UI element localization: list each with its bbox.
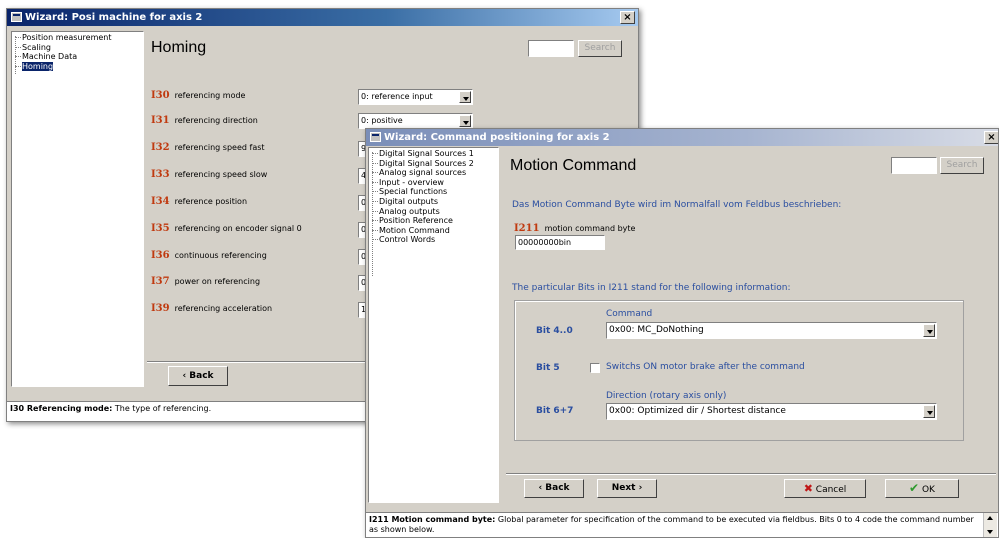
direction-caption: Direction (rotary axis only) <box>606 391 727 401</box>
tree-item-analog-outputs[interactable]: Analog outputs <box>369 207 498 217</box>
param-i31: I31 referencing direction <box>151 115 258 126</box>
cancel-button[interactable]: ✖ Cancel <box>784 479 866 498</box>
ok-button[interactable]: ✔ OK <box>885 479 959 498</box>
param-i34: I34 reference position <box>151 196 248 207</box>
chevron-down-icon[interactable] <box>923 405 935 418</box>
close-button[interactable]: × <box>620 11 635 24</box>
tree-item-machine-data[interactable]: Machine Data <box>12 52 143 62</box>
search-input[interactable] <box>528 40 574 57</box>
wizard-tree: Position measurement Scaling Machine Dat… <box>11 31 144 387</box>
tree-item-scaling[interactable]: Scaling <box>12 43 143 53</box>
window-icon <box>370 132 381 142</box>
search-input[interactable] <box>891 157 937 174</box>
chevron-down-icon[interactable] <box>459 115 471 127</box>
command-positioning-wizard-window: Wizard: Command positioning for axis 2 ×… <box>365 128 999 538</box>
bit-5-label: Bit 5 <box>536 363 560 373</box>
tree-item-special-functions[interactable]: Special functions <box>369 187 498 197</box>
chevron-down-icon[interactable] <box>459 91 471 103</box>
tree-item-homing[interactable]: Homing <box>12 61 143 72</box>
motor-brake-checkbox[interactable] <box>590 363 600 373</box>
button-divider <box>506 473 996 475</box>
tree-item-digital-outputs[interactable]: Digital outputs <box>369 197 498 207</box>
window1-titlebar[interactable]: Wizard: Posi machine for axis 2 <box>7 9 638 26</box>
help-text-panel: I211 Motion command byte: Global paramet… <box>366 512 998 537</box>
back-button[interactable]: ‹ Back <box>168 366 228 386</box>
scroll-down-icon[interactable] <box>987 530 993 534</box>
param-i33: I33 referencing speed slow <box>151 169 268 180</box>
tree-item-input-overview[interactable]: Input - overview <box>369 178 498 188</box>
cancel-label: Cancel <box>815 485 847 495</box>
checkmark-icon: ✔ <box>909 481 920 495</box>
param-i32: I32 referencing speed fast <box>151 142 265 153</box>
back-button[interactable]: ‹ Back <box>524 479 584 498</box>
tree-item-position-measurement[interactable]: Position measurement <box>12 33 143 43</box>
search-button[interactable]: Search <box>940 157 984 174</box>
param-i36: I36 continuous referencing <box>151 250 267 261</box>
intro-text: Das Motion Command Byte wird im Normalfa… <box>512 200 842 210</box>
tree-item-control-words[interactable]: Control Words <box>369 235 498 245</box>
window-icon <box>11 12 22 22</box>
tree-item-motion-command[interactable]: Motion Command <box>369 226 498 236</box>
wizard-tree: Digital Signal Sources 1 Digital Signal … <box>368 147 499 503</box>
param-i39: I39 referencing acceleration <box>151 303 273 314</box>
motion-command-byte-field[interactable]: 00000000bin <box>515 235 605 250</box>
param-i37: I37 power on referencing <box>151 276 261 287</box>
param-i35: I35 referencing on encoder signal 0 <box>151 223 302 234</box>
search-button[interactable]: Search <box>578 40 622 57</box>
chevron-down-icon[interactable] <box>923 324 935 337</box>
page-title: Homing <box>151 39 207 56</box>
next-button[interactable]: Next › <box>597 479 657 498</box>
scroll-up-icon[interactable] <box>987 516 993 520</box>
cancel-x-icon: ✖ <box>803 482 813 495</box>
command-caption: Command <box>606 309 653 319</box>
ok-label: OK <box>921 485 935 495</box>
bit-6-7-label: Bit 6+7 <box>536 406 574 416</box>
page-title: Motion Command <box>510 157 637 174</box>
referencing-direction-select[interactable]: 0: positive <box>358 113 473 129</box>
tree-item-digital-signal-sources-1[interactable]: Digital Signal Sources 1 <box>369 149 498 159</box>
command-select[interactable]: 0x00: MC_DoNothing <box>606 322 937 339</box>
tree-item-position-reference[interactable]: Position Reference <box>369 216 498 226</box>
motor-brake-checkbox-label[interactable]: Switchs ON motor brake after the command <box>606 362 805 372</box>
param-i211: I211 motion command byte <box>514 223 636 234</box>
referencing-mode-select[interactable]: 0: reference input <box>358 89 473 105</box>
direction-select[interactable]: 0x00: Optimized dir / Shortest distance <box>606 403 937 420</box>
window1-title: Wizard: Posi machine for axis 2 <box>25 12 203 23</box>
bit-4-0-label: Bit 4..0 <box>536 326 573 336</box>
close-button[interactable]: × <box>984 131 998 144</box>
help-scrollbar[interactable] <box>983 513 997 537</box>
help-text-panel: I30 Referencing mode: The type of refere… <box>7 401 377 421</box>
param-i30: I30 referencing mode <box>151 90 246 101</box>
window2-title: Wizard: Command positioning for axis 2 <box>384 132 610 143</box>
button-divider <box>147 361 372 363</box>
bits-intro-text: The particular Bits in I211 stand for th… <box>512 283 791 293</box>
tree-item-analog-signal-sources[interactable]: Analog signal sources <box>369 168 498 178</box>
tree-item-digital-signal-sources-2[interactable]: Digital Signal Sources 2 <box>369 159 498 169</box>
window2-titlebar[interactable]: Wizard: Command positioning for axis 2 <box>366 129 998 146</box>
